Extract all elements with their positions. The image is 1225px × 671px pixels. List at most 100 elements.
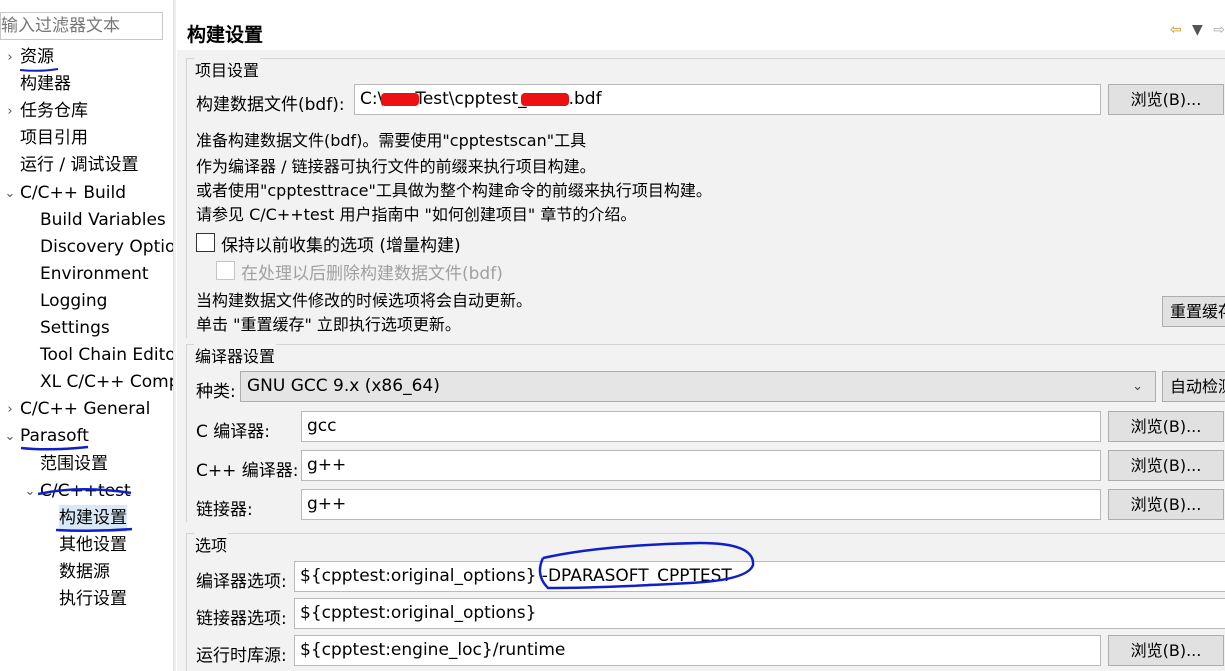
- tree-item-discovery-options[interactable]: Discovery Options: [0, 234, 173, 261]
- filter-box[interactable]: [0, 12, 163, 40]
- tree-item-project-refs[interactable]: 项目引用: [0, 125, 173, 152]
- tree-item-exec-settings[interactable]: 执行设置: [0, 586, 173, 613]
- tree-item-label: 任务仓库: [20, 101, 88, 122]
- runtime-source-label: 运行时库源:: [196, 646, 287, 666]
- dropdown-menu-icon[interactable]: ▼: [1192, 22, 1203, 38]
- chevron-right-icon[interactable]: ›: [3, 98, 17, 125]
- tree-item-label: 项目引用: [20, 128, 88, 149]
- runtime-browse-button[interactable]: 浏览(B)...: [1108, 635, 1224, 666]
- chevron-down-icon: ⌄: [1132, 379, 1143, 394]
- auto-update-text-1: 当构建数据文件修改的时候选项将会自动更新。: [196, 291, 533, 310]
- c-compiler-browse-button[interactable]: 浏览(B)...: [1108, 411, 1224, 442]
- cpp-compiler-input[interactable]: g++: [301, 450, 1101, 481]
- tree-item-label: XL C/C++ Compiler: [40, 372, 173, 393]
- tree-item-cpp-general[interactable]: › C/C++ General: [0, 396, 173, 423]
- c-compiler-input[interactable]: gcc: [301, 411, 1101, 442]
- tree-item-scope-settings[interactable]: 范围设置: [0, 451, 173, 478]
- linker-input[interactable]: g++: [301, 489, 1101, 520]
- options-title: 选项: [194, 532, 229, 556]
- linker-label: 链接器:: [196, 500, 253, 520]
- tree-item-label: Environment: [40, 263, 149, 284]
- tree-item-label: C/C++ General: [20, 399, 151, 420]
- project-settings-title: 项目设置: [194, 57, 261, 81]
- linker-browse-button[interactable]: 浏览(B)...: [1108, 489, 1224, 520]
- auto-update-text-2: 单击 "重置缓存" 立即执行选项更新。: [196, 315, 461, 334]
- tree-item-label: 范围设置: [40, 453, 108, 474]
- redaction-mark: [520, 92, 569, 106]
- tree-item-label: 运行 / 调试设置: [20, 155, 139, 176]
- tree-item-label: Discovery Options: [40, 236, 173, 257]
- cpp-compiler-label: C++ 编译器:: [196, 461, 299, 481]
- tree-item-builders[interactable]: 构建器: [0, 71, 173, 98]
- delete-bdf-label: 在处理以后删除构建数据文件(bdf): [241, 264, 503, 284]
- redaction-mark: [381, 92, 420, 106]
- compiler-settings-group: 编译器设置 种类: GNU GCC 9.x (x86_64) ⌄ 自动检测 C …: [186, 343, 1225, 522]
- tree-item-label: 其他设置: [59, 534, 127, 555]
- tree-item-label: 执行设置: [59, 589, 127, 609]
- bdf-path-part1: C:\: [360, 89, 384, 109]
- tree-item-label: Logging: [40, 290, 108, 311]
- bdf-path-part3: .bdf: [568, 89, 602, 109]
- chevron-down-icon[interactable]: ⌄: [3, 180, 17, 207]
- tree-item-label: Parasoft: [20, 426, 89, 447]
- panel-splitter[interactable]: [173, 0, 176, 671]
- compiler-kind-value: GNU GCC 9.x (x86_64): [247, 376, 440, 396]
- auto-detect-button[interactable]: 自动检测: [1162, 371, 1225, 402]
- tree-item-settings[interactable]: Settings: [0, 315, 173, 342]
- keep-options-label: 保持以前收集的选项 (增量构建): [221, 236, 461, 256]
- tree-item-label: 构建器: [20, 74, 71, 95]
- tree-item-label: Settings: [40, 318, 110, 338]
- bdf-path-input[interactable]: C:\ Test\cpptest_ .bdf: [354, 84, 1101, 115]
- back-arrow-icon[interactable]: ⇦: [1170, 22, 1182, 38]
- bdf-path-part2: Test\cpptest_: [415, 89, 527, 109]
- chevron-down-icon[interactable]: ⌄: [23, 478, 37, 505]
- tree-item-label: 构建设置: [59, 504, 127, 532]
- compiler-options-input[interactable]: ${cpptest:original_options} -DPARASOFT_C…: [294, 561, 1225, 592]
- chevron-down-icon[interactable]: ⌄: [3, 423, 17, 450]
- linker-options-input[interactable]: ${cpptest:original_options}: [294, 598, 1225, 629]
- bdf-description-1: 准备构建数据文件(bdf)。需要使用"cpptestscan"工具: [196, 131, 587, 150]
- keep-options-checkbox[interactable]: [196, 233, 215, 252]
- tree-item-label: C/C++ Build: [20, 182, 127, 203]
- tree-item-label: Tool Chain Editor: [40, 345, 173, 366]
- bdf-browse-button[interactable]: 浏览(B)...: [1108, 84, 1224, 115]
- tree-item-task-repo[interactable]: › 任务仓库: [0, 98, 173, 125]
- page-title: 构建设置: [187, 24, 264, 46]
- chevron-right-icon[interactable]: ›: [3, 396, 17, 423]
- runtime-source-input[interactable]: ${cpptest:engine_loc}/runtime: [294, 635, 1101, 666]
- preferences-tree-panel: ›资源构建器›任务仓库项目引用运行 / 调试设置⌄C/C++ BuildBuil…: [0, 0, 173, 671]
- tree-item-cpptest[interactable]: ⌄ C/C++test: [0, 478, 173, 505]
- tree-item-build-variables[interactable]: Build Variables: [0, 207, 173, 234]
- bdf-description-3: 或者使用"cpptesttrace"工具做为整个构建命令的前缀来执行项目构建。: [196, 181, 712, 200]
- tree-item-cpp-build[interactable]: ⌄ C/C++ Build: [0, 180, 173, 207]
- tree-item-tool-chain-editor[interactable]: Tool Chain Editor: [0, 342, 173, 369]
- bdf-description-4: 请参见 C/C++test 用户指南中 "如何创建项目" 章节的介绍。: [196, 205, 637, 224]
- bdf-label: 构建数据文件(bdf):: [196, 95, 345, 115]
- tree-item-xl-cpp-compiler[interactable]: XL C/C++ Compiler: [0, 369, 173, 396]
- tree-item-other-settings[interactable]: 其他设置: [0, 532, 173, 559]
- compiler-kind-label: 种类:: [196, 382, 236, 402]
- project-settings-group: 项目设置 构建数据文件(bdf): C:\ Test\cpptest_ .bdf 浏…: [186, 57, 1225, 338]
- tree-item-label: 资源: [20, 47, 54, 67]
- tree-item-parasoft[interactable]: ⌄ Parasoft: [0, 423, 173, 450]
- options-group: 选项 编译器选项: ${cpptest:original_options} -D…: [186, 532, 1225, 671]
- cpp-compiler-browse-button[interactable]: 浏览(B)...: [1108, 450, 1224, 481]
- tree-item-resource[interactable]: › 资源: [0, 44, 173, 71]
- c-compiler-label: C 编译器:: [196, 422, 271, 442]
- tree-item-build-settings[interactable]: 构建设置: [0, 504, 173, 532]
- chevron-right-icon[interactable]: ›: [3, 44, 17, 71]
- filter-input[interactable]: [1, 13, 162, 39]
- compiler-kind-select[interactable]: GNU GCC 9.x (x86_64) ⌄: [240, 371, 1156, 402]
- tree-item-data-sources[interactable]: 数据源: [0, 559, 173, 586]
- page-content: 项目设置 构建数据文件(bdf): C:\ Test\cpptest_ .bdf 浏…: [177, 50, 1225, 671]
- forward-arrow-icon[interactable]: ⇨: [1213, 22, 1225, 38]
- bdf-description-2: 作为编译器 / 链接器可执行文件的前缀来执行项目构建。: [196, 157, 596, 176]
- page-header: 构建设置 ⇦ ▼ ⇨: [177, 8, 1225, 48]
- tree-item-environment[interactable]: Environment: [0, 261, 173, 288]
- reset-cache-button[interactable]: 重置缓存: [1162, 296, 1225, 327]
- tree-item-label: 数据源: [59, 561, 110, 582]
- tree-item-logging[interactable]: Logging: [0, 288, 173, 315]
- tree-item-run-debug[interactable]: 运行 / 调试设置: [0, 152, 173, 179]
- properties-page: 构建设置 ⇦ ▼ ⇨ 项目设置 构建数据文件(bdf): C:\ Test\cpp…: [177, 0, 1225, 671]
- linker-options-label: 链接器选项:: [196, 609, 287, 629]
